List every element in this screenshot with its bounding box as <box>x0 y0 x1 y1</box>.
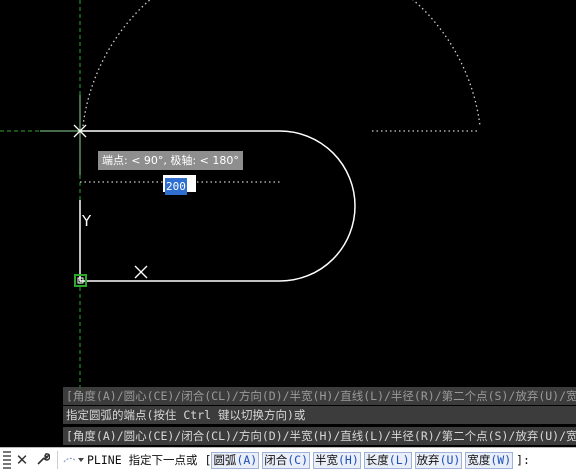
preview-arc <box>82 0 481 127</box>
bracket-close: ]: <box>516 453 530 467</box>
command-history-line-2: 指定圆弧的端点(按住 Ctrl 键以切换方向)或 <box>63 406 576 424</box>
command-name: PLINE <box>87 453 122 467</box>
dynamic-input-field[interactable]: 200 <box>163 175 196 195</box>
command-prompt[interactable]: PLINE 指定下一点或 [ 圆弧(A) 闭合(C) 半宽(H) 长度(L) 放… <box>87 451 530 469</box>
bracket-open: [ <box>204 453 212 467</box>
option-width[interactable]: 宽度(W) <box>465 451 514 469</box>
drag-grip-icon[interactable] <box>3 451 11 469</box>
dynamic-input-value[interactable]: 200 <box>165 178 187 195</box>
snap-tooltip: 端点: < 90°, 极轴: < 180° <box>98 151 243 170</box>
separator <box>57 451 58 469</box>
close-icon[interactable]: ✕ <box>14 451 30 469</box>
y-axis-label: Y <box>81 212 92 230</box>
option-undo[interactable]: 放弃(U) <box>414 451 463 469</box>
option-halfwidth[interactable]: 半宽(H) <box>313 451 361 469</box>
command-history-line-3: [角度(A)/圆心(CE)/闭合(CL)/方向(D)/半宽(H)/直线(L)/半… <box>63 427 576 445</box>
recent-commands-icon[interactable] <box>63 454 87 466</box>
option-arc[interactable]: 圆弧(A) <box>211 451 260 469</box>
option-close[interactable]: 闭合(C) <box>262 451 310 469</box>
command-history-line-1: [角度(A)/圆心(CE)/闭合(CL)/方向(D)/半宽(H)/直线(L)/半… <box>63 387 576 405</box>
option-length[interactable]: 长度(L) <box>363 451 412 469</box>
command-prompt-text: 指定下一点或 <box>128 453 198 467</box>
wrench-icon[interactable] <box>34 451 52 470</box>
command-line-bar: ✕ PLINE 指定下一点或 [ 圆弧(A) 闭合(C) 半宽(H) 长度(L)… <box>0 447 576 472</box>
